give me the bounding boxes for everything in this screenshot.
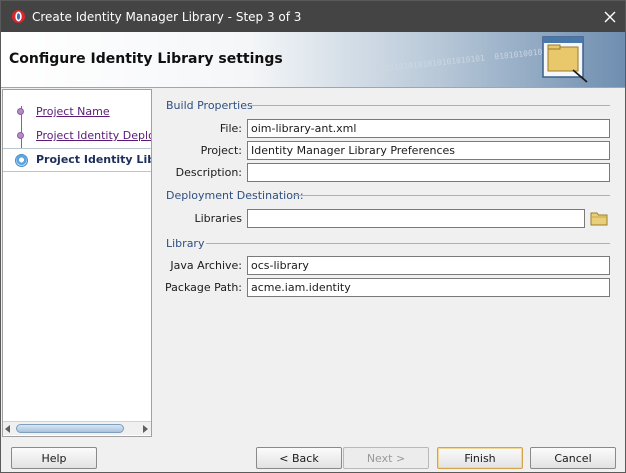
section-rule <box>249 105 610 106</box>
java-archive-field[interactable]: ocs-library <box>247 256 610 275</box>
nav-horizontal-scrollbar[interactable] <box>3 421 151 435</box>
description-label: Description: <box>175 166 242 179</box>
close-icon <box>604 11 616 22</box>
wizard-step-nav: Project Name Project Identity Deployment… <box>2 89 152 437</box>
libraries-field[interactable] <box>247 209 585 228</box>
folder-window-graphic <box>542 36 588 83</box>
project-label: Project: <box>200 144 242 157</box>
file-label: File: <box>219 122 242 135</box>
step-current-icon <box>15 154 28 167</box>
nav-step-label: Project Name <box>36 105 110 118</box>
nav-step-project-identity-deployment[interactable]: Project Identity Deployment <box>3 125 151 147</box>
libraries-label: Libraries <box>194 212 242 225</box>
step-visited-icon <box>17 108 24 115</box>
package-path-field[interactable]: acme.iam.identity <box>247 278 610 297</box>
app-icon <box>12 10 25 23</box>
section-rule <box>292 195 610 196</box>
close-button[interactable] <box>595 1 625 32</box>
cancel-button[interactable]: Cancel <box>530 447 616 469</box>
scroll-left-arrow-icon[interactable] <box>5 425 10 433</box>
wizard-header: Configure Identity Library settings 0101… <box>1 32 625 88</box>
project-field[interactable]: Identity Manager Library Preferences <box>247 141 610 160</box>
nav-step-project-identity-library[interactable]: Project Identity Library <box>3 149 151 171</box>
file-field[interactable]: oim-library-ant.xml <box>247 119 610 138</box>
package-path-label: Package Path: <box>165 281 242 294</box>
scroll-right-arrow-icon[interactable] <box>143 425 148 433</box>
section-build-properties: Build Properties <box>166 99 253 112</box>
back-button[interactable]: < Back <box>256 447 342 469</box>
finish-button[interactable]: Finish <box>437 447 523 469</box>
binary-watermark: 0101010101010101010101 0101010010 <box>378 47 543 74</box>
wizard-window: Create Identity Manager Library - Step 3… <box>0 0 626 473</box>
nav-step-label: Project Identity Library <box>36 153 151 166</box>
page-title: Configure Identity Library settings <box>9 51 283 67</box>
next-button[interactable]: Next > <box>343 447 429 469</box>
help-button[interactable]: Help <box>11 447 97 469</box>
nav-separator <box>3 171 151 172</box>
section-rule <box>206 243 610 244</box>
title-bar: Create Identity Manager Library - Step 3… <box>1 1 625 32</box>
step-visited-icon <box>17 132 24 139</box>
window-title: Create Identity Manager Library - Step 3… <box>32 10 302 24</box>
nav-step-project-name[interactable]: Project Name <box>3 101 151 123</box>
section-library: Library <box>166 237 205 250</box>
description-field[interactable] <box>247 163 610 182</box>
scroll-thumb[interactable] <box>16 424 124 433</box>
nav-step-label: Project Identity Deployment <box>36 129 151 142</box>
folder-icon[interactable] <box>589 209 609 227</box>
java-archive-label: Java Archive: <box>170 259 242 272</box>
section-deployment-destination: Deployment Destination: <box>166 189 304 202</box>
